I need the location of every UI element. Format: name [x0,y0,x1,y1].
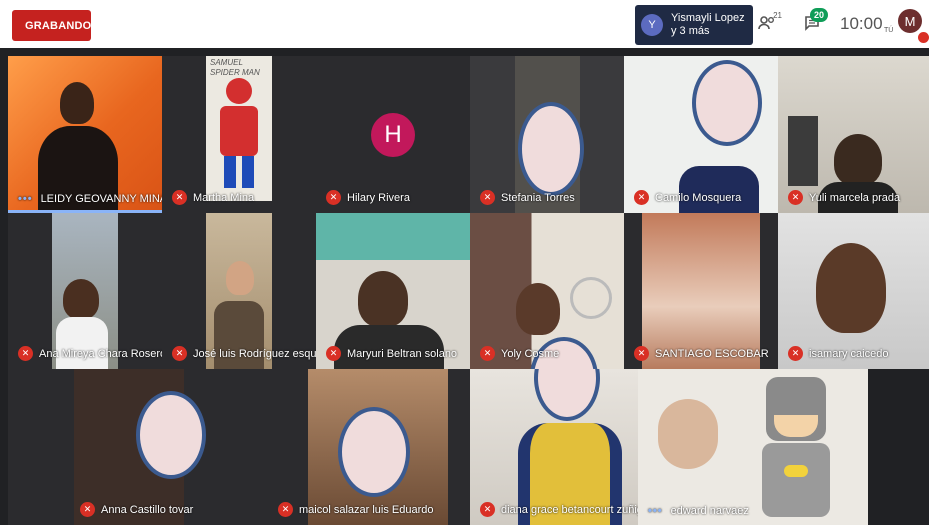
mic-off-icon: ✕ [788,190,803,205]
participant-name-label: •••LEIDY GEOVANNY MINA ROSAS [18,193,162,205]
mic-off-icon: ✕ [480,502,495,517]
self-label: TÚ [884,27,894,34]
batman-drawing [756,377,836,517]
participant-name-label: ✕ Yoly Cosme [480,346,559,361]
recording-indicator: GRABANDO [12,10,91,41]
participant-video [834,134,882,186]
participant-name-label: ✕ Camilo Mosquera [634,190,741,205]
mic-off-icon: ✕ [172,346,187,361]
participant-tile[interactable]: H ✕ Hilary Rivera [316,56,470,213]
mic-off-icon: ✕ [326,190,341,205]
people-button[interactable]: 21 [752,10,782,36]
mic-off-icon: ✕ [172,190,187,205]
self-status-badge [918,32,929,43]
participant-video [226,261,254,295]
participant-video [60,82,94,124]
participant-tile[interactable]: ✕ Camilo Mosquera [624,56,778,213]
mic-off-icon: ✕ [326,346,341,361]
speaking-indicator-icon: ••• [18,193,33,205]
participant-tile[interactable]: SAMUEL SPIDER MAN ✕ Martha Mina [162,56,316,213]
participant-video [516,283,560,335]
participant-name-label: ✕José luis Rodríguez esquivel [172,346,316,361]
avatar: H [371,113,415,157]
participant-tile[interactable]: ✕ Ana Mireya Chara Rosero [8,213,162,369]
chat-badge: 20 [810,8,828,22]
presenter-chip[interactable]: Y Yismayli Lopez y 3 más [635,5,753,45]
participant-name-label: ✕ Hilary Rivera [326,190,410,205]
participant-video [816,243,886,333]
participant-tile[interactable]: ✕ maicol salazar luis Eduardo [208,369,470,525]
participant-tile[interactable]: ••• edward narvaez [638,369,868,525]
chat-button[interactable]: 20 [797,8,828,36]
mic-off-icon: ✕ [480,190,495,205]
participant-tile[interactable]: ✕José luis Rodríguez esquivel [162,213,316,369]
drawing-head [226,78,252,104]
participant-tile[interactable]: ✕ Yuli marcela prada [778,56,929,213]
participant-name-label: ✕ maicol salazar luis Eduardo [278,502,434,517]
participant-name-label: ✕ Maryuri Beltran solano [326,346,457,361]
participant-tile[interactable]: ✕ Maryuri Beltran solano [316,213,470,369]
participant-tile[interactable]: ✕ Yoly Cosme [470,213,624,369]
participant-tile[interactable]: ✕ diana grace betancourt zuñiga [470,369,638,525]
top-bar: GRABANDO Y Yismayli Lopez y 3 más 21 20 … [0,0,929,48]
face-blur [534,369,600,421]
participant-name-label: ✕ Yuli marcela prada [788,190,900,205]
drawing-paper: SAMUEL SPIDER MAN [206,56,272,201]
presenter-avatar: Y [641,14,663,36]
grid-spacer [868,369,929,525]
presenter-name: Yismayli Lopez [671,12,745,24]
face-blur [692,60,762,146]
participant-name-label: ✕ isamary caicedo [788,346,888,361]
face-blur [518,102,584,196]
participant-tile[interactable]: ✕ Anna Castillo tovar [8,369,208,525]
participant-name-label: ✕ Martha Mina [172,190,254,205]
mic-off-icon: ✕ [634,190,649,205]
participant-video [358,271,408,327]
face-blur [136,391,206,479]
participant-name-label: ✕ diana grace betancourt zuñiga [480,502,638,517]
participant-grid: •••LEIDY GEOVANNY MINA ROSAS SAMUELSPIDE… [0,48,929,525]
mic-off-icon: ✕ [634,346,649,361]
participant-name-label: ✕ SANTIAGO ESCOBAR [634,346,769,361]
mic-off-icon: ✕ [18,346,33,361]
participant-tile[interactable]: ✕ SANTIAGO ESCOBAR [624,213,778,369]
people-count: 21 [773,11,782,20]
participant-tile[interactable]: •••LEIDY GEOVANNY MINA ROSAS [8,56,162,213]
participant-name-label: ••• edward narvaez [648,505,749,517]
participant-name-label: ✕ Stefania Torres [480,190,575,205]
mic-off-icon: ✕ [480,346,495,361]
participant-tile[interactable]: ✕ Stefania Torres [470,56,624,213]
presenter-text: Yismayli Lopez y 3 más [671,12,745,38]
participant-name-label: ✕ Anna Castillo tovar [80,502,193,517]
clock: 10:00 [840,14,883,33]
mic-off-icon: ✕ [80,502,95,517]
face-blur [338,407,410,497]
presenter-others: y 3 más [671,25,710,37]
participant-video [63,279,99,319]
drawing-caption: SAMUEL SPIDER MAN [210,58,260,77]
mic-off-icon: ✕ [788,346,803,361]
self-avatar[interactable]: M [898,9,922,33]
speaking-indicator-icon: ••• [648,505,663,517]
participant-tile[interactable]: ✕ isamary caicedo [778,213,929,369]
recording-label: GRABANDO [25,19,92,32]
mic-off-icon: ✕ [278,502,293,517]
participant-name-label: ✕ Ana Mireya Chara Rosero [18,346,162,361]
